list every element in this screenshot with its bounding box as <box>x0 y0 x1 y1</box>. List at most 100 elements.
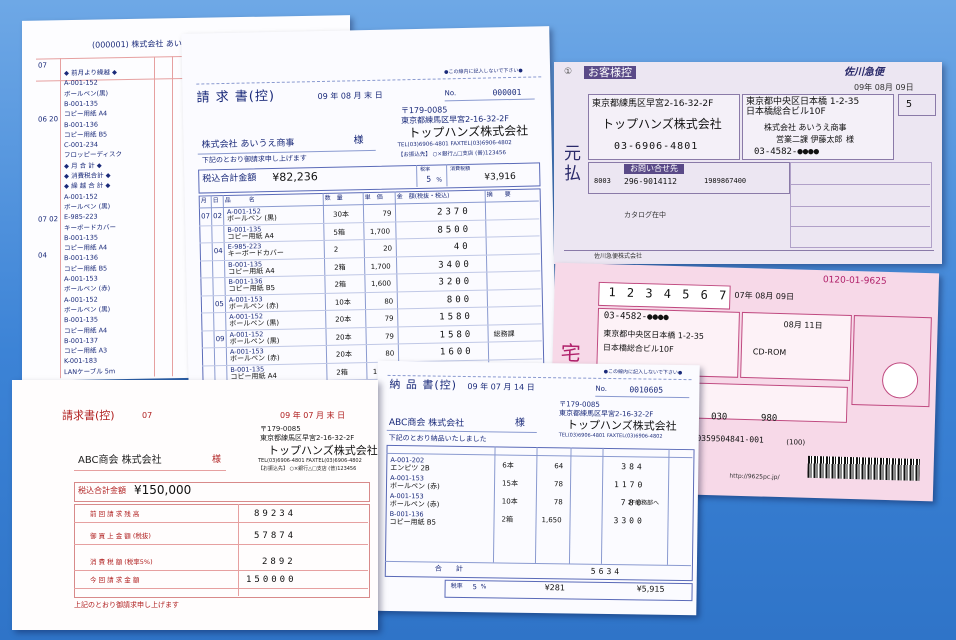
delivery-no-label: No. <box>595 384 608 393</box>
slip-item: カタログ在中 <box>624 211 666 219</box>
delivery-row-name: ボールペン (赤) <box>389 499 440 509</box>
ledger-line: B-001-135 <box>64 315 98 325</box>
delivery-row-code: B-001-136 <box>389 509 424 519</box>
ledger-line: キーボードカバー <box>64 222 116 232</box>
ledger-line: C-001-234 <box>64 140 99 150</box>
takkyu-num1: 030 <box>710 412 728 423</box>
invoice-row-amount: 3200 <box>438 276 473 288</box>
invoice-row-name: コピー用紙 A4 <box>228 266 275 276</box>
small-invoice-row-label: 消 費 税 額 (税率5%) <box>90 558 153 566</box>
invoice-column-header: 単 価 <box>364 193 383 202</box>
delivery-row-qty: 15本 <box>502 479 519 488</box>
delivery-sama: 様 <box>514 417 525 429</box>
invoice-row-qty: 20本 <box>335 350 353 359</box>
small-invoice-no-mark: 07 <box>142 411 153 420</box>
small-invoice-title: 請求書(控) <box>62 409 115 422</box>
small-invoice-customer: ABC商会 株式会社 <box>78 455 162 466</box>
ledger-line: ◆ 月 合 計 ◆ <box>64 161 102 170</box>
invoice-row-amount: 40 <box>453 241 471 253</box>
invoice-message: 下記のとおり御請求申し上げます <box>201 154 307 165</box>
ledger-date-mark: 06 20 <box>38 115 59 124</box>
invoice-tax-rate: 5 <box>426 174 432 184</box>
invoice-row-month: 07 <box>200 212 211 221</box>
invoice-row-qty: 20本 <box>335 332 352 342</box>
invoice-row-price: 20 <box>383 244 393 253</box>
delivery-row-amount: 3300 <box>613 516 645 526</box>
slip-from-company: トップハンズ株式会社 <box>602 117 722 131</box>
ledger-line: ◆ 前月より繰越 ◆ <box>64 68 117 78</box>
delivery-subtotal: 5634 <box>590 566 623 577</box>
ledger-line: ボールペン(黒) <box>64 88 109 98</box>
small-invoice-row-value: 57874 <box>254 531 297 541</box>
delivery-row-code: A-001-153 <box>390 473 424 483</box>
delivery-address: 東京都練馬区早宮2-16-32-2F <box>558 409 654 419</box>
invoice-no-label: No. <box>444 89 457 98</box>
invoice-row-name: ボールペン (黒) <box>227 213 277 223</box>
invoice-column-header: 数 量 <box>324 194 343 202</box>
delivery-row-code: A-001-202 <box>390 455 425 465</box>
ledger-line: A-001-153 <box>64 274 98 284</box>
invoice-main: ●この線内に記入しないで下さい● 請 求 書(控) 09 年 08 月 末 日 … <box>181 26 557 396</box>
ledger-line: B-001-135 <box>64 233 98 242</box>
takkyu-sender-no: 1 2 3 4 5 6 7 <box>608 285 729 303</box>
takkyu-delivery-date: 08月 11日 <box>783 320 823 331</box>
invoice-company: トップハンズ株式会社 <box>408 123 529 141</box>
delivery-row-price: 78 <box>553 498 563 507</box>
invoice-row-name: ボールペン (黒) <box>229 318 280 328</box>
takkyu-barcode-suffix: (100) <box>786 438 806 447</box>
slip-date: 09年 08月 09日 <box>854 83 914 92</box>
delivery-row-name: エンピツ 2B <box>390 463 430 473</box>
invoice-notice: ●この線内に記入しないで下さい● <box>444 67 523 76</box>
delivery-tax-amount: ¥281 <box>544 583 566 593</box>
ledger-line: A-001-152 <box>64 78 98 88</box>
invoice-row-amount: 8500 <box>437 224 472 236</box>
takkyu-tel: 03-4582-●●●● <box>603 311 669 323</box>
delivery-notice: ●この線内に記入しないで下さい● <box>603 368 683 377</box>
slip-to-address2: 日本橋総合ビル10F <box>746 107 826 117</box>
ledger-line: コピー用紙 B5 <box>64 130 108 139</box>
invoice-customer: 株式会社 あいうえ商事 <box>201 138 295 151</box>
invoice-bank: 【お振込先】 ○×銀行△□支店 (普)123456 <box>397 150 507 159</box>
delivery-row-amount: 1170 <box>613 480 646 490</box>
delivery-grand-total: ¥5,915 <box>636 584 665 594</box>
slip-from-tel: 03-6906-4801 <box>614 141 699 152</box>
invoice-column-header: 金 額(税抜・税込) <box>396 192 450 201</box>
small-invoice-sama: 様 <box>212 455 222 465</box>
small-invoice-row-divider <box>74 522 368 523</box>
invoice-row-day: 04 <box>213 247 223 256</box>
invoice-row-qty: 2箱 <box>336 367 348 377</box>
delivery-note: ●この線内に記入しないで下さい● 納 品 書(控) 09 年 07 月 14 日… <box>374 360 700 616</box>
small-invoice-column-divider <box>238 504 239 596</box>
slip-brand: 佐川急便 <box>844 67 884 78</box>
invoice-row-qty: 10本 <box>334 297 351 307</box>
ledger-line: LANケーブル 5m <box>64 366 116 376</box>
small-invoice-postal: 〒179-0085 <box>260 425 301 433</box>
invoice-tax-label: 税率 <box>420 166 431 173</box>
invoice-row-amount: 800 <box>446 294 473 305</box>
delivery-tax-rate: 5 <box>472 583 477 592</box>
slip-to-person: 営業二課 伊藤太郎 <box>776 135 843 144</box>
small-invoice-row-value: 2892 <box>262 557 296 567</box>
small-invoice-row-divider <box>74 570 368 571</box>
invoice-sama: 様 <box>353 135 364 147</box>
invoice-row-day: 09 <box>215 334 225 343</box>
small-invoice-address: 東京都練馬区早宮2-16-32-2F <box>260 434 355 442</box>
invoice-row-name: コピー用紙 A4 <box>227 231 275 241</box>
ledger-line: ボールペン (赤) <box>64 284 111 294</box>
invoice-row-amount: 2370 <box>436 206 471 218</box>
invoice-row-qty: 2 <box>333 245 339 254</box>
shipping-slip-customer: ① お客様控 佐川急便 09年 08月 09日 東京都練馬区早宮2-16-32-… <box>554 62 942 264</box>
invoice-row-price: 80 <box>385 349 395 358</box>
delivery-subtotal-label: 合 計 <box>434 564 463 573</box>
invoice-row-amount: 1600 <box>439 346 474 358</box>
invoice-row-day: 02 <box>212 212 223 221</box>
ledger-line: ボールペン (黒) <box>64 305 111 315</box>
delivery-row-qty: 10本 <box>501 497 518 506</box>
delivery-row-note: 2F総務部へ <box>627 499 660 507</box>
delivery-row-name: ボールペン (赤) <box>389 481 440 491</box>
invoice-row-amount: 1580 <box>439 311 474 323</box>
invoice-row-name: ボールペン (赤) <box>229 353 280 363</box>
small-invoice-company: トップハンズ株式会社 <box>268 444 378 457</box>
delivery-row-code: A-001-153 <box>389 491 424 501</box>
delivery-row-price: 64 <box>554 462 564 471</box>
